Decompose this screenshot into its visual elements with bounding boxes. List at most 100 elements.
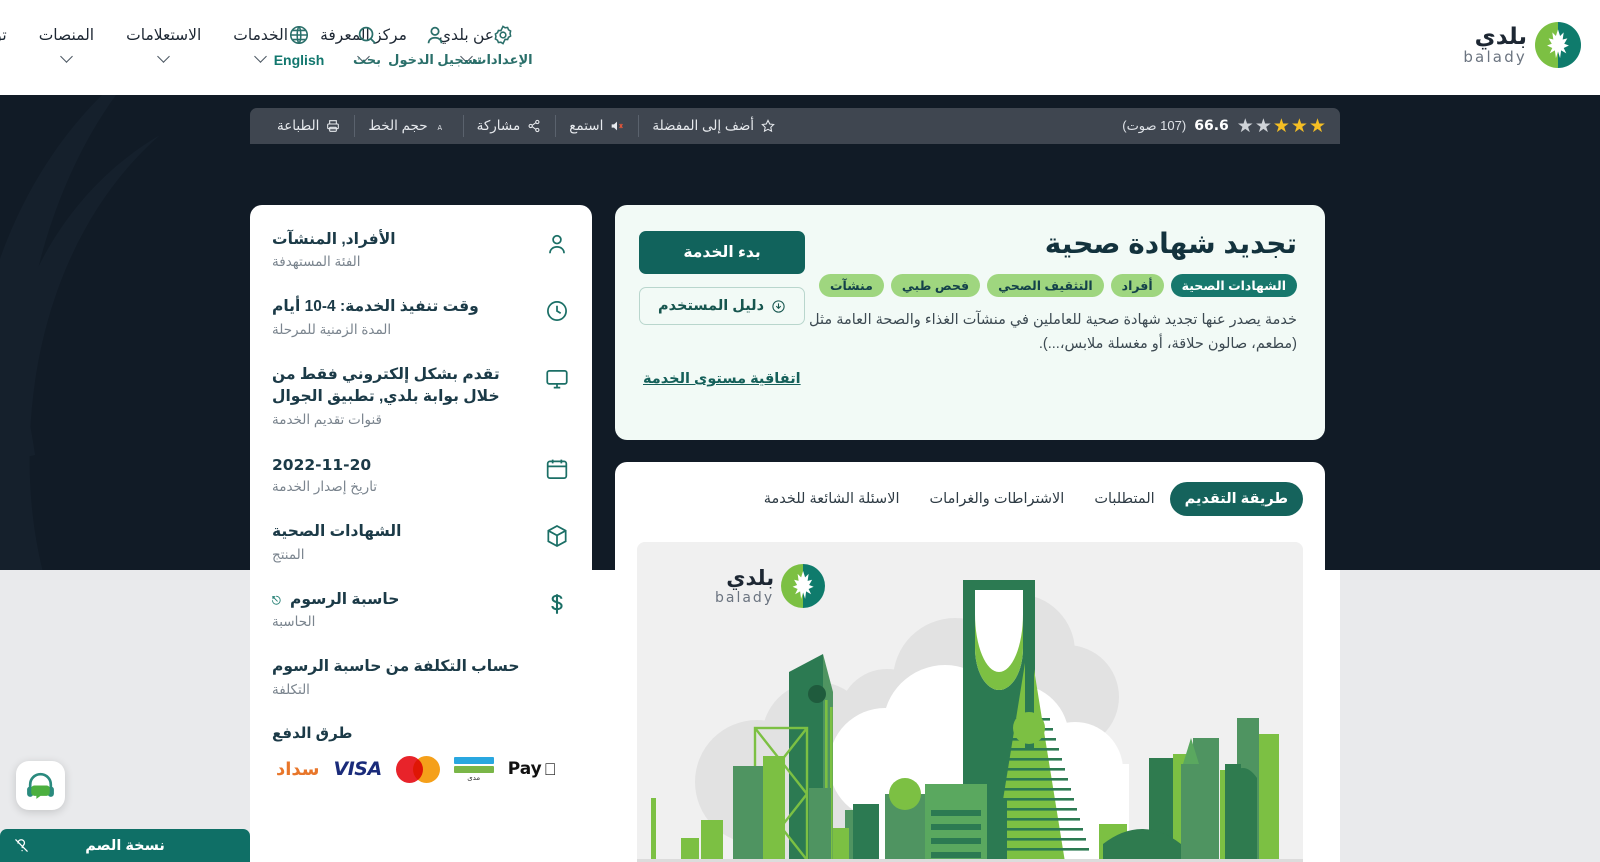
- info-text: تقدم بشكل إلكتروني فقط من خلال بوابة بلد…: [272, 364, 530, 428]
- user-icon: [544, 231, 570, 257]
- add-to-favorites-button[interactable]: أضف إلى المفضلة: [638, 115, 789, 137]
- info-subtitle: الحاسبة: [272, 614, 316, 630]
- illustration-balady-logo: بلدي balady: [715, 564, 826, 608]
- chevron-down-icon: [60, 50, 73, 63]
- toolbar-label: استمع: [569, 118, 604, 133]
- tag-health-education[interactable]: التثقيف الصحي: [987, 274, 1104, 297]
- info-row-target-audience: الأفراد, المنشآت الفئة المستهدفة: [272, 229, 570, 270]
- user-guide-label: دليل المستخدم: [658, 298, 765, 314]
- listen-button[interactable]: استمع: [555, 115, 638, 137]
- search-icon: [356, 24, 378, 46]
- share-icon: [526, 118, 542, 134]
- nav-item-platforms[interactable]: المنصات: [23, 26, 110, 63]
- user-icon: [424, 24, 446, 46]
- tag-health-certificates[interactable]: الشهادات الصحية: [1170, 274, 1297, 297]
- info-subtitle: المنتج: [272, 546, 305, 562]
- payment-methods-title: طرق الدفع: [272, 724, 353, 742]
- language-switch-button[interactable]: English: [265, 24, 333, 68]
- info-text: الشهادات الصحية المنتج: [272, 521, 530, 562]
- nav-label: المنصات: [38, 27, 95, 44]
- start-service-button[interactable]: بدء الخدمة: [639, 231, 806, 274]
- toolbar-label: حجم الخط: [368, 118, 428, 133]
- star-outline-icon: [760, 118, 776, 134]
- brand-wordmark: بلدي balady: [1463, 25, 1527, 65]
- share-button[interactable]: مشاركة: [462, 115, 556, 137]
- star-icon: ★: [1236, 115, 1254, 137]
- user-guide-button[interactable]: دليل المستخدم: [639, 287, 806, 325]
- service-tabs: طريقة التقديم المتطلبات الاشتراطات والغر…: [637, 482, 1303, 516]
- info-title: تقدم بشكل إلكتروني فقط من خلال بوابة بلد…: [272, 365, 500, 406]
- info-row-execution-time: وقت تنفيذ الخدمة: 4-10 أيام المدة الزمني…: [272, 296, 570, 337]
- sla-link[interactable]: اتفاقية مستوى الخدمة: [643, 371, 801, 387]
- rating-stars[interactable]: ★ ★ ★ ★ ★: [1237, 117, 1326, 136]
- print-button[interactable]: الطباعة: [264, 115, 354, 137]
- tab-requirements[interactable]: المتطلبات: [1079, 482, 1169, 516]
- sadad-logo: سداد: [276, 758, 320, 780]
- service-description: خدمة يصدر عنها تجديد شهادة صحية للعاملين…: [809, 312, 1297, 352]
- deaf-version-button[interactable]: نسخة الصم: [0, 829, 250, 862]
- brand-latin-text: balady: [1463, 48, 1527, 66]
- rating-score: 66.6: [1194, 118, 1229, 134]
- language-label: English: [273, 52, 325, 68]
- illustration-logo-arabic: بلدي: [726, 566, 775, 590]
- support-chat-button[interactable]: [16, 761, 65, 810]
- page-action-toolbar: ★ ★ ★ ★ ★ 66.6 (107 صوت) أضف إلى المفضلة: [250, 108, 1340, 144]
- svg-text:ر.ال: ر.ال: [544, 663, 545, 682]
- nav-item-inquiries[interactable]: الاستعلامات: [110, 26, 217, 63]
- login-button[interactable]: تسجيل الدخول: [388, 24, 482, 68]
- speaker-icon: [609, 118, 625, 134]
- info-subtitle: تاريخ إصدار الخدمة: [272, 479, 378, 495]
- chevron-down-icon: [157, 50, 171, 63]
- info-row-cost: ر.ال حساب التكلفة من حاسبة الرسوم التكلف…: [272, 656, 570, 697]
- info-title: الشهادات الصحية: [272, 523, 402, 541]
- search-button[interactable]: بحث: [333, 24, 401, 68]
- gear-icon: [492, 24, 514, 46]
- nav-item-contact-us[interactable]: تواصل معنا: [0, 26, 23, 61]
- service-details-card: طريقة التقديم المتطلبات الاشتراطات والغر…: [615, 462, 1325, 862]
- illustration-logo-latin: balady: [715, 589, 775, 606]
- info-subtitle: التكلفة: [272, 681, 310, 697]
- toolbar-label: أضف إلى المفضلة: [652, 118, 755, 133]
- payment-methods-row: سداد VISA مدى Pay: [272, 755, 570, 783]
- tab-conditions-and-fines[interactable]: الاشتراطات والغرامات: [915, 482, 1080, 516]
- info-row-issue-date: 2022-11-20 تاريخ إصدار الخدمة: [272, 454, 570, 495]
- palm-logo-icon: [1535, 22, 1581, 68]
- clock-icon: [544, 298, 570, 324]
- deaf-version-label: نسخة الصم: [85, 837, 165, 854]
- service-rating: ★ ★ ★ ★ ★ 66.6 (107 صوت): [1122, 117, 1326, 136]
- font-size-button[interactable]: A A حجم الخط: [354, 115, 462, 137]
- info-row-fee-calculator[interactable]: حاسبة الرسوم ⎋ الحاسبة: [272, 589, 570, 630]
- page-root: بلدي balady عن بلدي مركز المعرفة الخدمات…: [0, 0, 1600, 862]
- tag-establishments[interactable]: منشآت: [819, 274, 884, 297]
- info-title: 2022-11-20: [272, 455, 372, 474]
- info-title: حساب التكلفة من حاسبة الرسوم: [272, 658, 520, 676]
- globe-icon: [288, 24, 310, 46]
- balady-logo[interactable]: بلدي balady: [1463, 22, 1581, 68]
- tag-individuals[interactable]: أفراد: [1110, 274, 1164, 297]
- info-title: حاسبة الرسوم ⎋: [272, 589, 530, 611]
- search-label: بحث: [353, 52, 382, 67]
- info-subtitle: قنوات تقديم الخدمة: [272, 411, 383, 427]
- illustration-wordmark: بلدي balady: [715, 568, 774, 605]
- tab-faq[interactable]: الاسئلة الشائعة للخدمة: [749, 482, 915, 516]
- printer-icon: [325, 118, 341, 134]
- info-text: 2022-11-20 تاريخ إصدار الخدمة: [272, 454, 530, 495]
- info-text: الأفراد, المنشآت الفئة المستهدفة: [272, 229, 530, 270]
- info-row-channels: تقدم بشكل إلكتروني فقط من خلال بوابة بلد…: [272, 364, 570, 428]
- settings-label: الإعدادات: [473, 52, 533, 67]
- info-text: وقت تنفيذ الخدمة: 4-10 أيام المدة الزمني…: [272, 296, 530, 337]
- nav-label: تواصل معنا: [0, 27, 7, 44]
- info-row-product: الشهادات الصحية المنتج: [272, 521, 570, 562]
- service-header-card: تجديد شهادة صحية الشهادات الصحية أفراد ا…: [615, 205, 1325, 440]
- tag-medical-exam[interactable]: فحص طبي: [890, 274, 981, 297]
- svg-text:A: A: [437, 124, 442, 132]
- riyadh-skyline-illustration: بلدي balady: [637, 542, 1303, 862]
- toolbar-label: مشاركة: [476, 118, 521, 133]
- top-navigation-bar: بلدي balady عن بلدي مركز المعرفة الخدمات…: [0, 0, 1600, 95]
- tab-application-method[interactable]: طريقة التقديم: [1169, 482, 1303, 516]
- mastercard-logo: [395, 755, 440, 783]
- service-info-panel: الأفراد, المنشآت الفئة المستهدفة وقت تنف…: [250, 205, 592, 862]
- utility-navigation: English بحث تسجيل الدخول الإعدادات: [265, 24, 537, 68]
- headset-chat-icon: [24, 769, 57, 802]
- info-subtitle: الفئة المستهدفة: [272, 254, 361, 270]
